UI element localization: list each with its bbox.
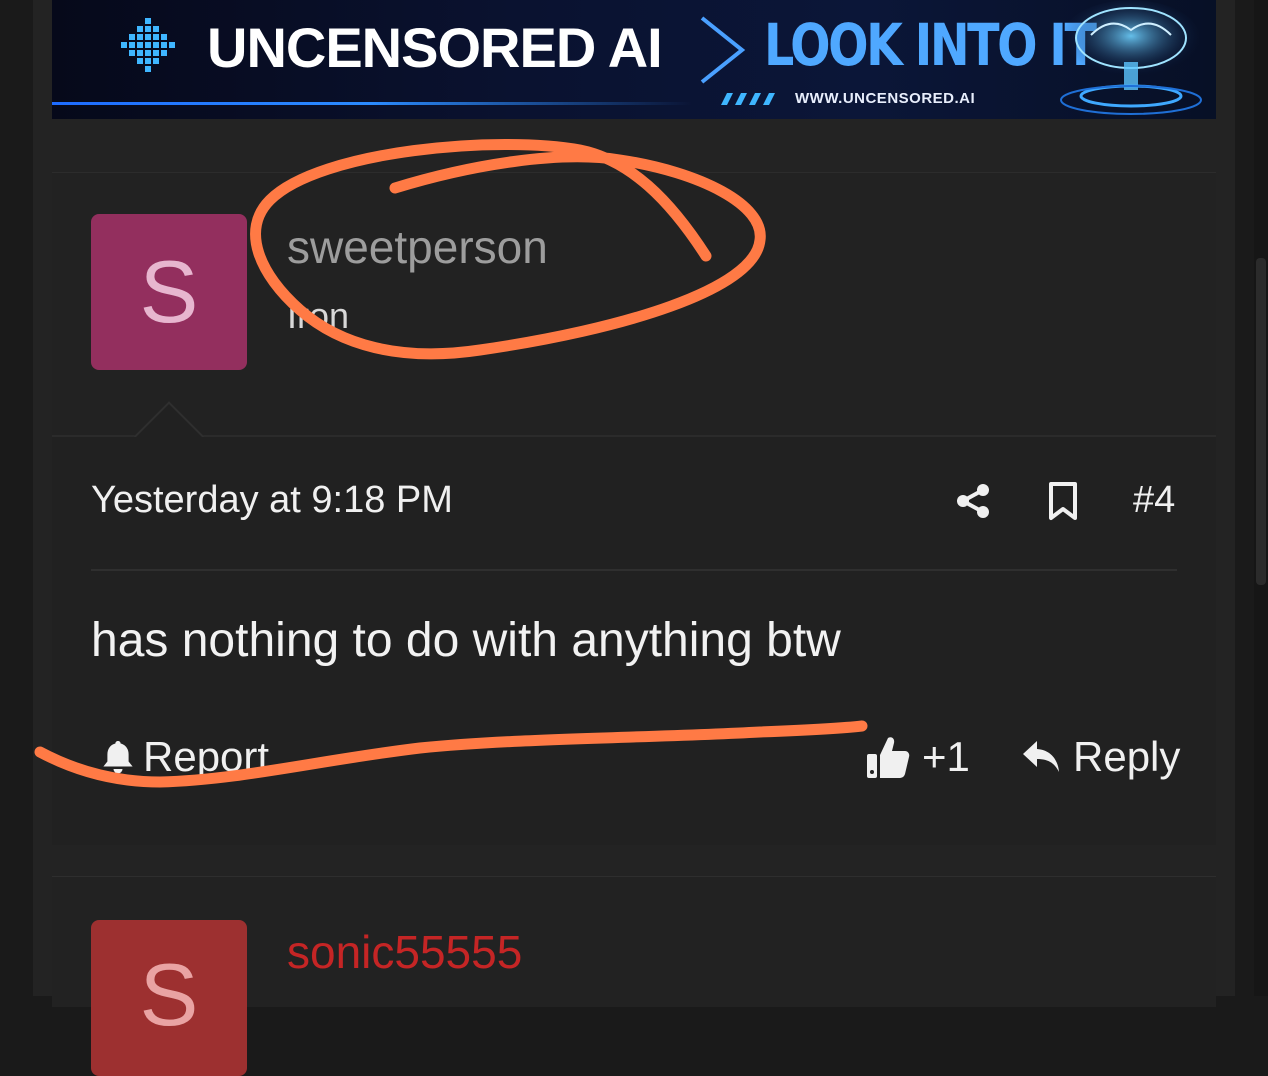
- post-card: S sweetperson Iron Yesterday at 9:18 PM …: [52, 172, 1216, 845]
- scrollbar-thumb[interactable]: [1256, 258, 1266, 585]
- chevron-right-icon: [700, 16, 746, 84]
- username-link[interactable]: sonic55555: [287, 925, 522, 979]
- thumbs-up-icon: [867, 737, 910, 778]
- banner-brand: UNCENSORED AI: [207, 16, 663, 79]
- header-arrow: [132, 401, 204, 437]
- banner-glow-line: [52, 102, 692, 105]
- reply-button[interactable]: Reply: [1021, 733, 1180, 781]
- reply-arrow-icon: [1023, 741, 1059, 772]
- avatar[interactable]: S: [91, 920, 247, 1076]
- share-icon[interactable]: [953, 481, 993, 521]
- brain-hologram-icon: [1060, 0, 1202, 115]
- stripes-decoration-icon: [721, 93, 775, 105]
- reply-label: Reply: [1073, 733, 1181, 780]
- bell-icon: [103, 741, 133, 774]
- post-actions: Report +1 Reply: [91, 733, 1180, 793]
- like-count: +1: [922, 733, 970, 780]
- diamond-logo-icon: [121, 18, 175, 72]
- post-meta-bar: Yesterday at 9:18 PM #4: [91, 473, 1177, 533]
- user-title: Iron: [287, 295, 350, 336]
- scrollbar-track[interactable]: [1254, 0, 1268, 996]
- report-label: Report: [143, 733, 270, 780]
- post-number-link[interactable]: #4: [1133, 479, 1175, 522]
- post-card: S sonic55555: [52, 876, 1216, 1076]
- divider: [91, 569, 1177, 571]
- post-message: has nothing to do with anything btw: [91, 614, 841, 667]
- post-author-header: S sweetperson Iron: [52, 173, 1216, 437]
- avatar[interactable]: S: [91, 214, 247, 370]
- post-timestamp[interactable]: Yesterday at 9:18 PM: [91, 479, 453, 522]
- like-button[interactable]: +1: [866, 733, 970, 781]
- username-link[interactable]: sweetperson: [287, 220, 548, 274]
- report-button[interactable]: Report: [101, 733, 269, 781]
- banner-url: WWW.UNCENSORED.AI: [795, 90, 976, 107]
- bookmark-icon[interactable]: [1043, 481, 1083, 521]
- ad-banner[interactable]: UNCENSORED AI LOOK INTO IT WWW.UNCENSORE…: [52, 0, 1216, 119]
